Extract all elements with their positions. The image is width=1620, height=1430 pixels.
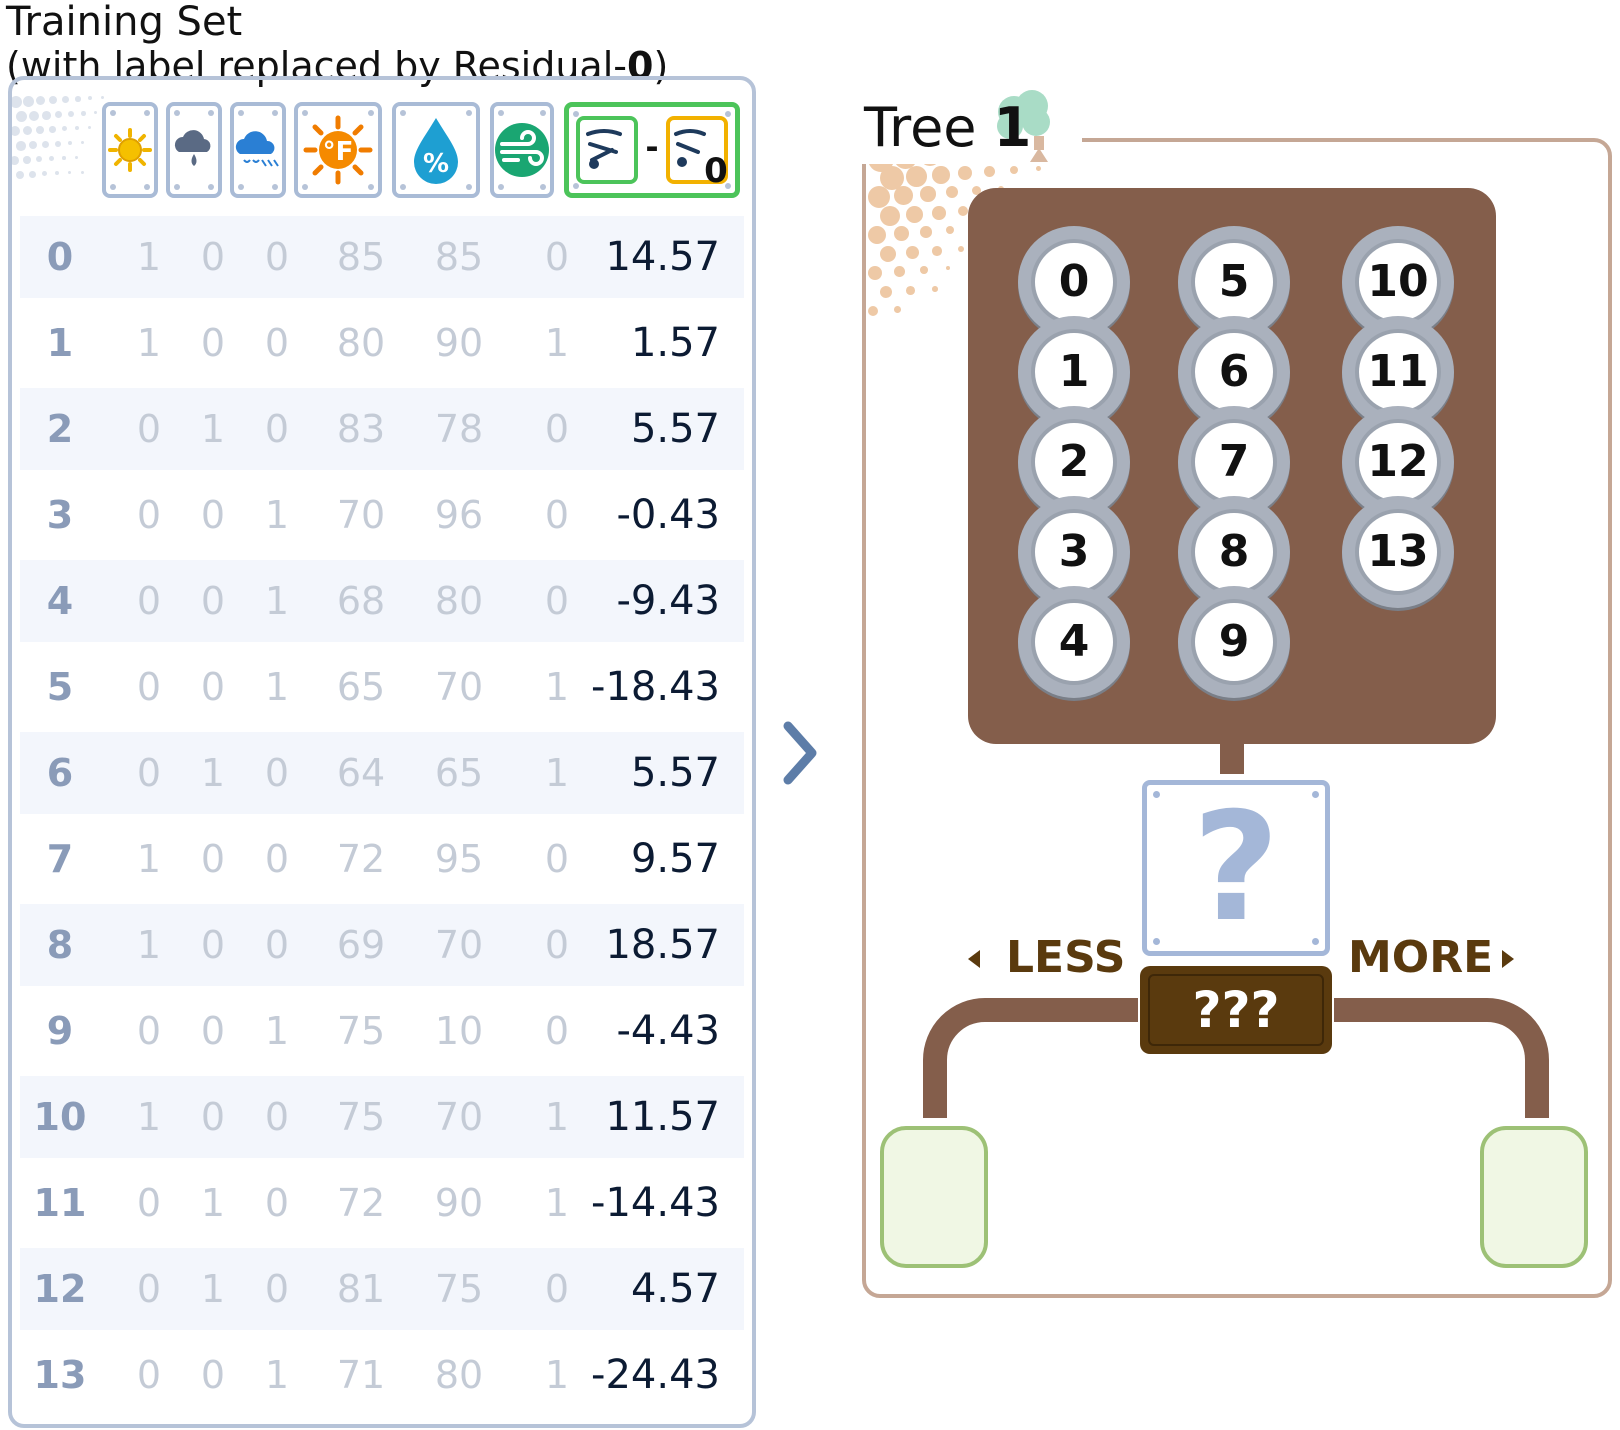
tree-branches <box>923 998 1549 1118</box>
right-triangle-icon <box>1502 950 1514 968</box>
left-leaf[interactable] <box>880 1126 988 1268</box>
less-label: LESS <box>1006 932 1126 983</box>
more-label: MORE <box>1348 932 1494 983</box>
right-leaf[interactable] <box>1480 1126 1588 1268</box>
split-threshold-plate[interactable]: ??? <box>1140 966 1332 1054</box>
left-triangle-icon <box>968 950 980 968</box>
